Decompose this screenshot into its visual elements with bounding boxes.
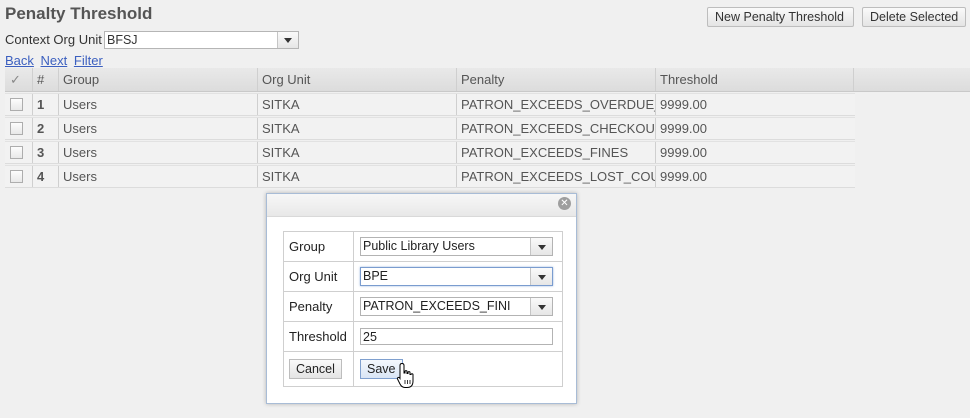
row-select-cell [5,142,32,163]
table-row[interactable]: 3 Users SITKA PATRON_EXCEEDS_FINES 9999.… [5,141,855,164]
row-checkbox[interactable] [10,170,23,184]
threshold-cell: 9999.00 [655,142,854,163]
cancel-cell: Cancel [283,351,354,387]
chevron-down-icon[interactable] [530,238,552,255]
penalty-cell: PATRON_EXCEEDS_FINES [456,142,655,163]
hand-pointer-icon [396,362,414,388]
table-row[interactable]: 2 Users SITKA PATRON_EXCEEDS_CHECKOUT 99… [5,117,855,140]
pager-links: Back Next Filter [5,53,106,68]
dialog-titlebar[interactable]: ✕ [267,194,576,217]
table-row[interactable]: 1 Users SITKA PATRON_EXCEEDS_OVERDUE_ 99… [5,93,855,116]
threshold-cell: 9999.00 [655,118,854,139]
column-header-org-unit[interactable]: Org Unit [257,68,456,91]
org-unit-cell: SITKA [257,166,456,187]
penalty-label: Penalty [283,291,354,322]
new-penalty-threshold-button[interactable]: New Penalty Threshold [707,7,854,27]
row-checkbox[interactable] [10,98,23,112]
dialog-form: Group Public Library Users Org Unit BPE … [283,231,563,387]
group-select-value: Public Library Users [363,239,475,253]
penalty-cell: PATRON_EXCEEDS_CHECKOUT [456,118,655,139]
cancel-button[interactable]: Cancel [289,359,342,379]
org-unit-cell: SITKA [257,118,456,139]
row-select-cell [5,166,32,187]
threshold-input[interactable] [360,328,553,345]
org-unit-select-value: BPE [363,269,389,283]
penalty-cell: PATRON_EXCEEDS_LOST_COU [456,166,655,187]
edit-penalty-threshold-dialog: ✕ Group Public Library Users Org Unit BP… [266,193,577,404]
threshold-cell: 9999.00 [655,166,854,187]
row-number: 3 [32,142,58,163]
penalty-field-cell: PATRON_EXCEEDS_FINI [353,291,563,322]
group-cell: Users [58,94,257,115]
penalty-select[interactable]: PATRON_EXCEEDS_FINI [360,297,553,316]
threshold-field-cell [353,321,563,352]
penalty-select-value: PATRON_EXCEEDS_FINI [363,299,511,313]
threshold-label: Threshold [283,321,354,352]
org-unit-cell: SITKA [257,142,456,163]
group-cell: Users [58,166,257,187]
row-number: 1 [32,94,58,115]
penalty-threshold-grid: ✓ # Group Org Unit Penalty Threshold 1 U… [5,68,970,188]
group-field-cell: Public Library Users [353,231,563,262]
context-org-unit-select[interactable]: BFSJ [104,31,299,49]
penalty-cell: PATRON_EXCEEDS_OVERDUE_ [456,94,655,115]
threshold-cell: 9999.00 [655,94,854,115]
page-title: Penalty Threshold [5,4,153,23]
grid-header: ✓ # Group Org Unit Penalty Threshold [5,68,970,92]
checkmark-icon: ✓ [10,72,21,87]
row-number: 2 [32,118,58,139]
row-checkbox[interactable] [10,146,23,160]
row-number: 4 [32,166,58,187]
org-unit-cell: SITKA [257,94,456,115]
table-row[interactable]: 4 Users SITKA PATRON_EXCEEDS_LOST_COU 99… [5,165,855,188]
column-header-threshold[interactable]: Threshold [655,68,854,91]
row-checkbox[interactable] [10,122,23,136]
org-unit-label: Org Unit [283,261,354,292]
group-select[interactable]: Public Library Users [360,237,553,256]
group-cell: Users [58,118,257,139]
filter-link[interactable]: Filter [74,53,103,68]
row-select-cell [5,94,32,115]
chevron-down-icon[interactable] [277,32,298,48]
back-link[interactable]: Back [5,53,34,68]
column-header-num[interactable]: # [32,68,58,91]
next-link[interactable]: Next [41,53,68,68]
close-icon[interactable]: ✕ [558,197,571,210]
chevron-down-icon[interactable] [530,298,552,315]
chevron-down-icon[interactable] [530,268,552,285]
row-select-cell [5,118,32,139]
context-org-unit-label: Context Org Unit [5,32,102,47]
save-cell: Save [353,351,563,387]
delete-selected-button[interactable]: Delete Selected [862,7,966,27]
column-header-penalty[interactable]: Penalty [456,68,655,91]
context-org-unit-value: BFSJ [107,33,138,47]
org-unit-select[interactable]: BPE [360,267,553,286]
group-label: Group [283,231,354,262]
group-cell: Users [58,142,257,163]
org-unit-field-cell: BPE [353,261,563,292]
column-header-group[interactable]: Group [58,68,257,91]
select-all-header[interactable]: ✓ [5,68,32,91]
